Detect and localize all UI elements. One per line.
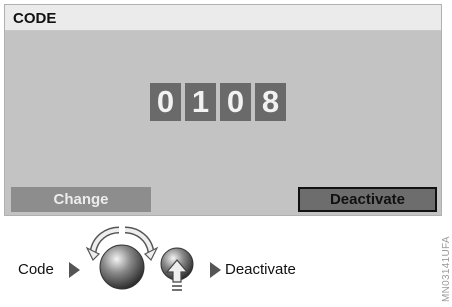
code-digit-1[interactable]: 0 [150,83,181,121]
arrow-right-icon [69,262,80,278]
deactivate-button[interactable]: Deactivate [298,187,437,212]
side-code: MN03141UFA [441,236,452,302]
arrow-right-icon [210,262,221,278]
code-digit-4[interactable]: 8 [255,83,286,121]
instruction-row: Code Deactivate [0,224,440,304]
press-controller-icon [158,246,196,302]
turn-controller-icon [85,224,159,294]
code-label: Code [18,261,54,278]
change-button[interactable]: Change [11,187,151,212]
title-bar: CODE [5,5,441,31]
deactivate-label: Deactivate [225,261,296,278]
code-digits: 0 1 0 8 [150,83,286,121]
code-digit-3[interactable]: 0 [220,83,251,121]
display-screen: CODE 0 1 0 8 Change Deactivate [4,4,442,216]
code-digit-2[interactable]: 1 [185,83,216,121]
screen-title: CODE [13,10,57,27]
